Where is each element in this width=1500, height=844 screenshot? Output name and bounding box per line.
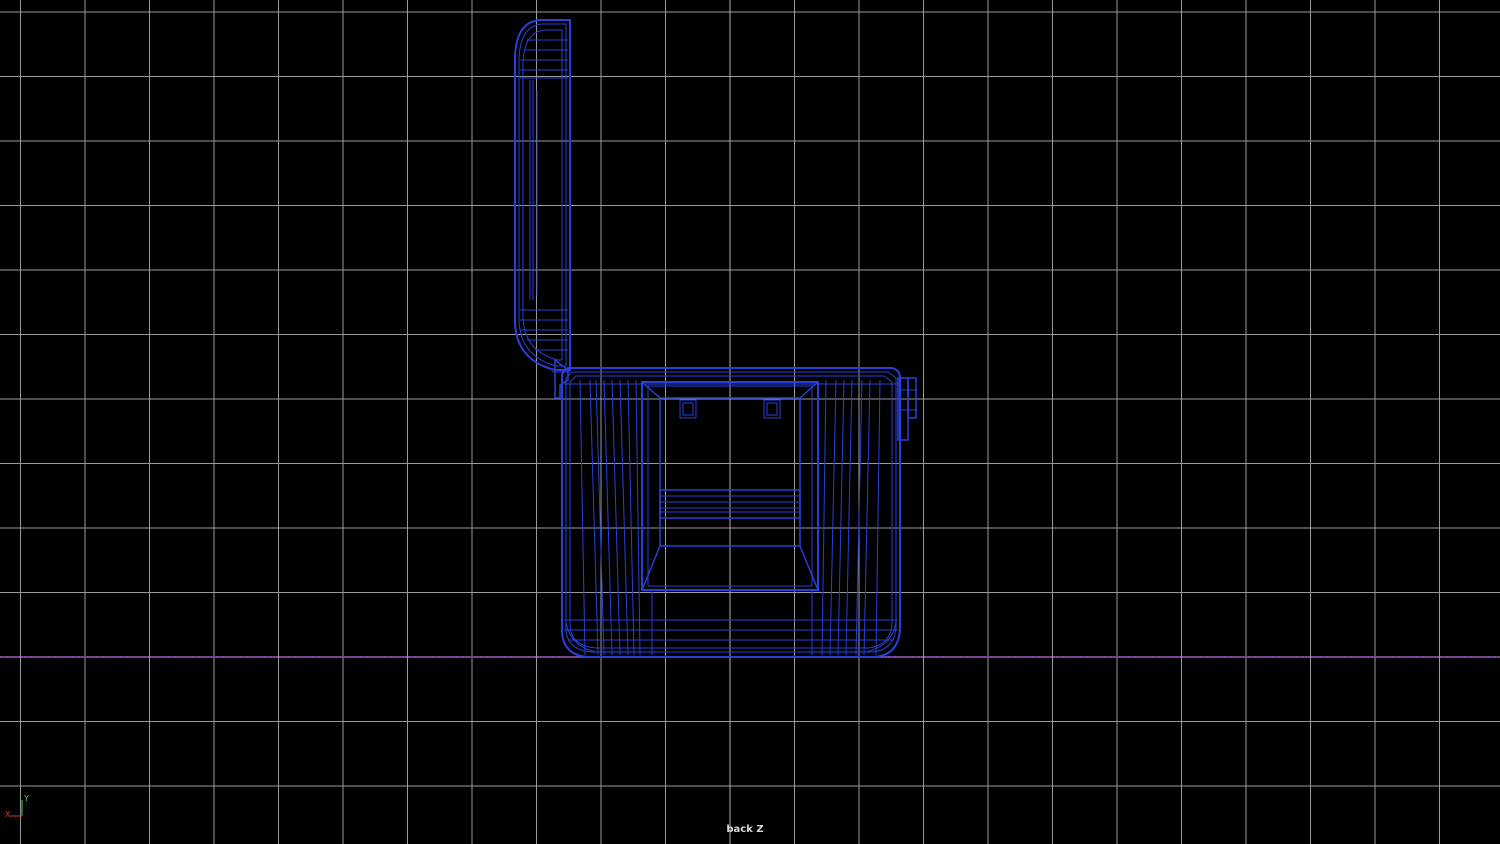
orthographic-viewport[interactable]: Y X back Z [0, 0, 1500, 844]
x-axis-label: X [5, 810, 11, 819]
chest-lid[interactable] [514, 19, 571, 371]
grid [0, 0, 1500, 844]
view-name-label: back Z [726, 824, 764, 835]
viewport-canvas[interactable] [0, 0, 1500, 844]
chest-wireframe-model[interactable] [514, 19, 917, 658]
axis-gizmo: Y X [4, 794, 34, 820]
y-axis-label: Y [24, 794, 29, 803]
